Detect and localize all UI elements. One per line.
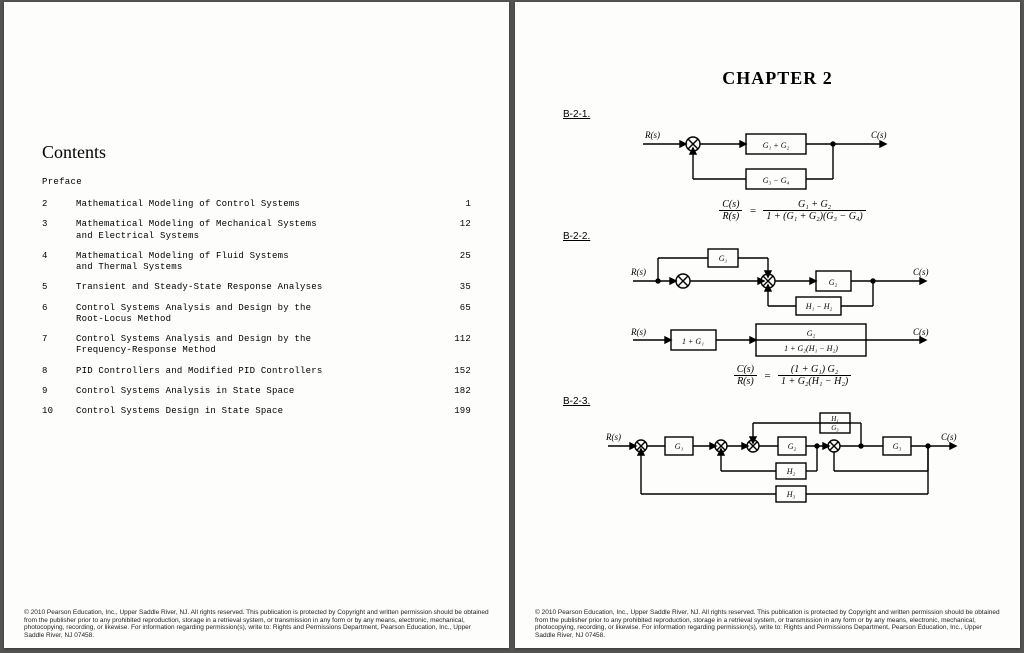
sig-R: R(s) <box>630 327 646 337</box>
problem-b21-label: B-2-1. <box>563 109 992 120</box>
block-1G1: 1 + G₁ <box>682 337 704 346</box>
toc-row: 6Control Systems Analysis and Design by … <box>42 303 471 326</box>
preface-label: Preface <box>42 177 471 187</box>
table-of-contents: 2Mathematical Modeling of Control System… <box>42 199 471 417</box>
toc-row: 4Mathematical Modeling of Fluid Systems … <box>42 251 471 274</box>
svg-text:G₃: G₃ <box>893 442 902 451</box>
toc-row: 2Mathematical Modeling of Control System… <box>42 199 471 210</box>
svg-text:H₁: H₁ <box>830 415 839 423</box>
problem-b23-label: B-2-3. <box>563 396 992 407</box>
sig-C: C(s) <box>913 327 929 337</box>
page-contents: Contents Preface 2Mathematical Modeling … <box>4 2 509 648</box>
block-H1H2: H₁ − H₂ <box>805 302 833 311</box>
sig-R: R(s) <box>630 267 646 277</box>
equation-b21: C(s)R(s) = G₁ + G₂1 + (G₁ + G₂)(G₃ − G₄) <box>593 199 992 223</box>
svg-text:H₃: H₃ <box>786 490 796 499</box>
toc-row: 5Transient and Steady-State Response Ana… <box>42 282 471 293</box>
equation-b22: C(s)R(s) = (1 + G₁) G₂1 + G₂(H₁ − H₂) <box>593 364 992 388</box>
problem-b22-label: B-2-2. <box>563 231 992 242</box>
copyright-footer: © 2010 Pearson Education, Inc., Upper Sa… <box>535 609 1000 640</box>
svg-text:G₁: G₁ <box>675 442 684 451</box>
sig-C: C(s) <box>871 130 887 140</box>
diagram-b22a: R(s) C(s) G₁ G₂ H₁ − H₂ <box>613 246 992 316</box>
block-top: G₂ <box>807 329 816 338</box>
svg-text:G₃: G₃ <box>831 424 839 432</box>
block-g3g4: G₃ − G₄ <box>763 176 790 185</box>
sig-R: R(s) <box>644 130 660 140</box>
block-g1g2: G₁ + G₂ <box>763 141 790 150</box>
toc-row: 10Control Systems Design in State Space1… <box>42 406 471 417</box>
toc-row: 9Control Systems Analysis in State Space… <box>42 386 471 397</box>
sig-R: R(s) <box>605 432 621 442</box>
contents-heading: Contents <box>42 142 471 163</box>
toc-row: 8PID Controllers and Modified PID Contro… <box>42 366 471 377</box>
block-bot: 1 + G₂(H₁ − H₂) <box>784 344 838 353</box>
block-G2: G₂ <box>829 278 838 287</box>
diagram-b23: R(s) C(s) G₁ G₂ G₃ H₁ G₃ H₂ H₃ <box>593 411 992 506</box>
svg-text:G₂: G₂ <box>788 442 797 451</box>
toc-row: 7Control Systems Analysis and Design by … <box>42 334 471 357</box>
chapter-heading: CHAPTER 2 <box>563 68 992 89</box>
diagram-b21: R(s) C(s) G₁ + G₂ G₃ − G₄ <box>613 124 992 194</box>
svg-text:H₂: H₂ <box>786 467 796 476</box>
toc-row: 3Mathematical Modeling of Mechanical Sys… <box>42 219 471 242</box>
page-chapter2: CHAPTER 2 B-2-1. R(s) C(s) G₁ + G₂ G₃ − … <box>515 2 1020 648</box>
copyright-footer: © 2010 Pearson Education, Inc., Upper Sa… <box>24 609 489 640</box>
diagram-b22b: R(s) C(s) 1 + G₁ G₂ 1 + G₂(H₁ − H₂) <box>613 321 992 359</box>
sig-C: C(s) <box>913 267 929 277</box>
sig-C: C(s) <box>941 432 957 442</box>
block-G1: G₁ <box>719 254 728 263</box>
